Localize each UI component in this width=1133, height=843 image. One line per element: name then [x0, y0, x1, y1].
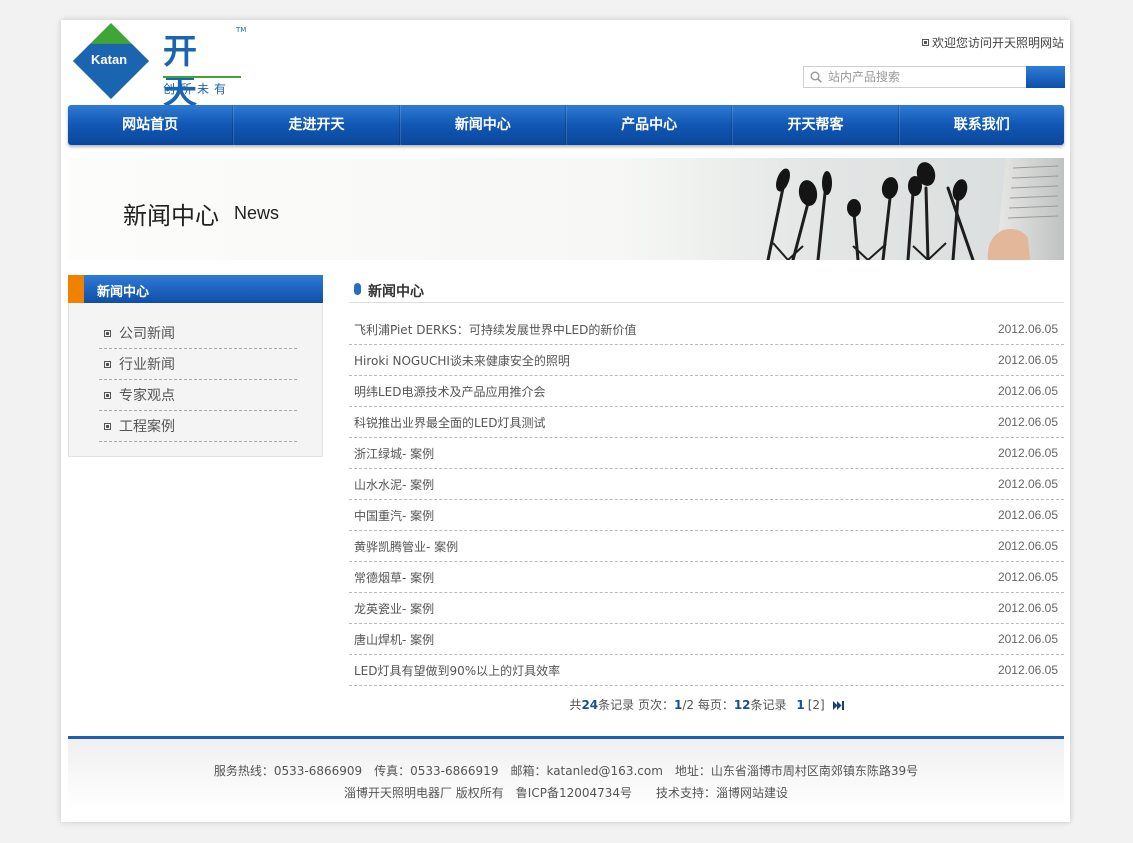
- sidebar-header: 新闻中心: [68, 275, 323, 303]
- page: Katan 开天 TM 创所未有 欢迎您访问开天照明网站 网站首页 走进开天 新…: [61, 20, 1070, 822]
- sidebar-title: 新闻中心: [97, 285, 150, 300]
- news-title[interactable]: 龙英瓷业- 案例: [354, 600, 434, 617]
- search-icon: [810, 71, 822, 83]
- pager-text: 条记录 页次：: [598, 698, 674, 712]
- nav-item-news[interactable]: 新闻中心: [399, 105, 566, 145]
- news-date: 2012.06.05: [997, 570, 1058, 584]
- news-title[interactable]: 中国重汽- 案例: [354, 507, 434, 524]
- news-title[interactable]: LED灯具有望做到90%以上的灯具效率: [354, 662, 560, 679]
- sidebar-item-industry-news[interactable]: 行业新闻: [99, 349, 297, 380]
- news-list: 飞利浦Piet DERKS：可持续发展世界中LED的新价值 2012.06.05 …: [349, 314, 1064, 686]
- logo-brand-cn: 开天: [163, 32, 198, 112]
- square-bullet-icon: [104, 329, 111, 337]
- news-item[interactable]: 龙英瓷业- 案例 2012.06.05: [349, 593, 1064, 624]
- nav-item-products[interactable]: 产品中心: [565, 105, 733, 145]
- news-date: 2012.06.05: [997, 539, 1058, 553]
- sidebar-item-company-news[interactable]: 公司新闻: [99, 318, 297, 349]
- pager-text: 共: [569, 698, 582, 712]
- sidebar-item-label: 行业新闻: [119, 357, 175, 373]
- footer-contact-info: 服务热线：0533-6866909 传真：0533-6866919 邮箱：kat…: [213, 764, 919, 778]
- news-item[interactable]: 山水水泥- 案例 2012.06.05: [349, 469, 1064, 500]
- pager-text: /2 每页：: [682, 698, 734, 712]
- news-date: 2012.06.05: [997, 601, 1058, 615]
- square-bullet-icon: [104, 422, 111, 430]
- banner-title: 新闻中心: [123, 202, 219, 230]
- footer: 服务热线：0533-6866909 传真：0533-6866919 邮箱：kat…: [68, 736, 1064, 811]
- news-title[interactable]: 飞利浦Piet DERKS：可持续发展世界中LED的新价值: [354, 321, 636, 338]
- news-date: 2012.06.05: [997, 322, 1058, 336]
- news-title[interactable]: 浙江绿城- 案例: [354, 445, 434, 462]
- news-date: 2012.06.05: [997, 384, 1058, 398]
- news-title[interactable]: 黄骅凯腾管业- 案例: [354, 538, 458, 555]
- logo[interactable]: Katan 开天 TM 创所未有: [72, 22, 246, 112]
- logo-slogan: 创所未有: [163, 82, 232, 96]
- welcome-text: 欢迎您访问开天照明网站: [931, 36, 1064, 50]
- pager-page-link[interactable]: [2]: [808, 698, 825, 712]
- news-title[interactable]: 科锐推出业界最全面的LED灯具测试: [354, 414, 546, 431]
- nav-item-home[interactable]: 网站首页: [68, 105, 234, 145]
- square-bullet-icon: [104, 360, 111, 368]
- news-item[interactable]: LED灯具有望做到90%以上的灯具效率 2012.06.05: [349, 655, 1064, 686]
- news-item[interactable]: 飞利浦Piet DERKS：可持续发展世界中LED的新价值 2012.06.05: [349, 314, 1064, 345]
- microphones-illustration: [766, 158, 1064, 260]
- bullet-dot-icon: [354, 283, 361, 295]
- sidebar: 新闻中心 公司新闻 行业新闻 专家观点 工程案例: [68, 275, 323, 457]
- search-bar: [803, 66, 1065, 88]
- news-title[interactable]: 山水水泥- 案例: [354, 476, 434, 493]
- news-item[interactable]: Hiroki NOGUCHI谈未来健康安全的照明 2012.06.05: [349, 345, 1064, 376]
- pager-per-page: 12: [733, 698, 751, 712]
- nav-item-about[interactable]: 走进开天: [233, 105, 400, 145]
- pager-total: 24: [581, 698, 599, 712]
- last-page-icon[interactable]: [832, 701, 844, 710]
- news-date: 2012.06.05: [997, 508, 1058, 522]
- news-date: 2012.06.05: [997, 663, 1058, 677]
- news-item[interactable]: 明纬LED电源技术及产品应用推介会 2012.06.05: [349, 376, 1064, 407]
- main-nav: 网站首页 走进开天 新闻中心 产品中心 开天帮客 联系我们: [68, 105, 1064, 145]
- news-item[interactable]: 浙江绿城- 案例 2012.06.05: [349, 438, 1064, 469]
- news-section-title: 新闻中心: [368, 284, 424, 300]
- news-title[interactable]: Hiroki NOGUCHI谈未来健康安全的照明: [354, 352, 570, 369]
- search-button[interactable]: [1026, 66, 1065, 88]
- sidebar-item-label: 专家观点: [119, 388, 175, 404]
- news-date: 2012.06.05: [997, 353, 1058, 367]
- banner: 新闻中心 News: [68, 158, 1064, 260]
- square-bullet-icon: [104, 391, 111, 399]
- search-box: [803, 66, 1027, 88]
- news-date: 2012.06.05: [997, 446, 1058, 460]
- sidebar-list: 公司新闻 行业新闻 专家观点 工程案例: [99, 318, 297, 442]
- news-item[interactable]: 中国重汽- 案例 2012.06.05: [349, 500, 1064, 531]
- sidebar-item-expert-views[interactable]: 专家观点: [99, 380, 297, 411]
- news-title[interactable]: 明纬LED电源技术及产品应用推介会: [354, 383, 546, 400]
- news-item[interactable]: 唐山焊机- 案例 2012.06.05: [349, 624, 1064, 655]
- news-item[interactable]: 黄骅凯腾管业- 案例 2012.06.05: [349, 531, 1064, 562]
- news-date: 2012.06.05: [997, 415, 1058, 429]
- sidebar-item-project-cases[interactable]: 工程案例: [99, 411, 297, 442]
- pagination: 共24条记录 页次：1/2 每页：12条记录 1 [2]: [349, 696, 1064, 713]
- banner-title-en: News: [234, 203, 280, 223]
- news-date: 2012.06.05: [997, 632, 1058, 646]
- news-title[interactable]: 唐山焊机- 案例: [354, 631, 434, 648]
- news-date: 2012.06.05: [997, 477, 1058, 491]
- nav-item-help[interactable]: 开天帮客: [732, 105, 899, 145]
- sidebar-item-label: 工程案例: [119, 419, 175, 435]
- nav-item-contact[interactable]: 联系我们: [898, 105, 1064, 145]
- pager-current-page: 1: [796, 698, 805, 712]
- news-item[interactable]: 科锐推出业界最全面的LED灯具测试 2012.06.05: [349, 407, 1064, 438]
- welcome-link[interactable]: 欢迎您访问开天照明网站: [921, 34, 1064, 51]
- logo-trademark: TM: [236, 26, 247, 34]
- logo-text: Katan: [91, 52, 128, 67]
- news-title[interactable]: 常德烟草- 案例: [354, 569, 434, 586]
- news-item[interactable]: 常德烟草- 案例 2012.06.05: [349, 562, 1064, 593]
- footer-copyright: 淄博开天照明电器厂 版权所有 鲁ICP备12004734号 技术支持：淄博网站建…: [343, 786, 789, 800]
- news-section-header: 新闻中心: [349, 279, 1064, 303]
- square-bullet-icon: [921, 39, 929, 46]
- pager-text: 条记录: [750, 698, 787, 712]
- logo-divider: [163, 76, 241, 78]
- search-input[interactable]: [828, 68, 1023, 86]
- sidebar-item-label: 公司新闻: [119, 326, 175, 342]
